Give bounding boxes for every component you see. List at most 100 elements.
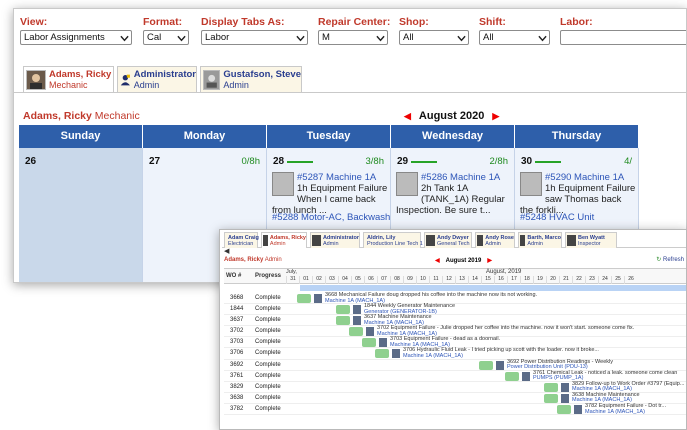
prev-month-label: July,: [286, 269, 297, 275]
tab-gustafson-steve[interactable]: Gustafson, Steve Admin: [200, 66, 302, 92]
equipment-icon: [353, 316, 361, 326]
gantt-tab-name: Adams, Ricky: [269, 234, 306, 241]
equipment-icon: [496, 360, 504, 370]
shop-select[interactable]: All: [399, 30, 469, 45]
gantt-bar[interactable]: [505, 371, 519, 381]
month-label: August 2020: [418, 110, 485, 122]
chevron-down-icon: [538, 35, 547, 42]
gantt-row[interactable]: 3692 Complete 3692 Power Distribution Read…: [224, 359, 686, 371]
prev-month-arrow-icon[interactable]: ◀: [435, 257, 440, 264]
scroll-left-icon[interactable]: ◀: [224, 247, 229, 255]
next-month-arrow-icon[interactable]: ▶: [487, 257, 492, 264]
gantt-day-number: 23: [585, 276, 598, 284]
gantt-tab-name: Ben Wyatt: [578, 234, 605, 241]
gantt-bar[interactable]: [544, 393, 558, 403]
progress-status: Complete: [255, 372, 281, 379]
gantt-bar[interactable]: [336, 305, 350, 315]
timeline-band: [300, 285, 686, 291]
wo-number[interactable]: 3668: [230, 295, 243, 301]
gantt-tab[interactable]: Andy Rose Admin: [475, 232, 515, 248]
progress-status: Complete: [255, 405, 281, 412]
equipment-icon: [561, 382, 569, 392]
filter-label: Shop:: [399, 16, 429, 28]
shift-select[interactable]: All: [479, 30, 550, 45]
event-link[interactable]: #5288 Motor-AC, Backwash: [272, 212, 390, 223]
gantt-tab[interactable]: Andy Dwyer General Tech: [424, 232, 472, 248]
progress-status: Complete: [255, 350, 281, 357]
wo-number[interactable]: 3692: [230, 362, 243, 368]
tab-adams-ricky[interactable]: Adams, Ricky Mechanic: [23, 66, 114, 92]
gantt-row[interactable]: 3782 Complete 3782 Equipment Failure - Dot…: [224, 403, 686, 416]
next-month-arrow-icon[interactable]: ▶: [492, 111, 499, 122]
filter-label: Labor:: [560, 16, 593, 28]
labor-select[interactable]: [560, 30, 686, 45]
wo-number[interactable]: 3761: [230, 373, 243, 379]
gantt-bar[interactable]: [557, 404, 571, 414]
hours-label: 3/8h: [365, 156, 385, 167]
wo-number[interactable]: 3829: [230, 384, 243, 390]
gantt-day-number: 05: [351, 276, 364, 284]
format-select[interactable]: Cal: [143, 30, 189, 45]
gantt-day-number: 25: [611, 276, 624, 284]
gantt-day-number: 20: [546, 276, 559, 284]
progress-status: Complete: [255, 361, 281, 368]
gantt-bar[interactable]: [336, 316, 350, 326]
equipment-thumbnail-icon: [272, 172, 294, 196]
gantt-day-number: 10: [416, 276, 429, 284]
gantt-tab[interactable]: Administrator Admin: [310, 232, 360, 248]
gantt-tab[interactable]: Barth, Marco Admin: [518, 232, 562, 248]
person-photo-icon: [203, 69, 221, 90]
wo-number[interactable]: 3782: [230, 406, 243, 412]
gantt-bar[interactable]: [479, 360, 493, 370]
gantt-day-number: 04: [338, 276, 351, 284]
chevron-down-icon: [376, 35, 385, 42]
current-user-name: Adams, Ricky: [23, 110, 92, 122]
gantt-bar[interactable]: [297, 294, 311, 303]
gantt-bar[interactable]: [544, 382, 558, 392]
gantt-bar[interactable]: [349, 327, 363, 337]
wo-number[interactable]: 3638: [230, 395, 243, 401]
wo-number[interactable]: 3637: [230, 317, 243, 323]
gantt-row[interactable]: 3706 Complete 3706 Hydraulic Fluid Leak - …: [224, 348, 686, 360]
gantt-day-number: 14: [468, 276, 481, 284]
progress-column-header: Progress: [255, 273, 282, 279]
tab-name: Administrator: [133, 68, 196, 80]
repair-center-select[interactable]: M: [318, 30, 388, 45]
gantt-day-number: 09: [403, 276, 416, 284]
view-select[interactable]: Labor Assignments: [20, 30, 132, 45]
gantt-day-number: 22: [572, 276, 585, 284]
event-link[interactable]: #5248 HVAC Unit: [520, 212, 594, 223]
gantt-tab[interactable]: Adam Craig Electrician: [224, 232, 259, 248]
wo-number[interactable]: 1844: [230, 306, 243, 312]
person-photo-icon: [477, 235, 484, 246]
gantt-tab[interactable]: Adams, Ricky Admin: [261, 232, 307, 248]
gantt-bar[interactable]: [375, 349, 389, 359]
gantt-tab[interactable]: Ben Wyatt Inspector: [565, 232, 617, 248]
prev-month-arrow-icon[interactable]: ◀: [404, 111, 411, 122]
progress-status: Complete: [255, 317, 281, 324]
display-tabs-select[interactable]: Labor: [201, 30, 308, 45]
gantt-row[interactable]: 3668 Complete 3668 Mechanical Failure doug…: [224, 292, 686, 305]
person-photo-icon: [426, 235, 435, 246]
filter-label: Shift:: [479, 16, 506, 28]
event-card[interactable]: #5286 Machine 1A 2h Tank 1A (TANK_1A) Re…: [396, 172, 512, 216]
day-cell[interactable]: 26: [19, 148, 143, 282]
refresh-button[interactable]: ↻ Refresh: [656, 256, 684, 263]
event-card[interactable]: #5287 Machine 1A 1h Equipment Failure Wh…: [272, 172, 388, 216]
wo-number[interactable]: 3702: [230, 328, 243, 334]
current-user-label: Adams, Ricky Mechanic: [23, 110, 140, 122]
gantt-bar[interactable]: [362, 338, 376, 348]
tab-administrator[interactable]: Administrator Admin: [117, 66, 197, 92]
gantt-desc-asset: Machine 1A (MACH_1A): [585, 408, 645, 415]
gantt-row[interactable]: 1844 Complete 1844 Weekly Generator Mainte…: [224, 303, 686, 316]
current-user-role: Mechanic: [94, 110, 140, 122]
wo-number[interactable]: 3706: [230, 350, 243, 356]
select-value: Cal: [147, 32, 162, 43]
gantt-day-number: 24: [598, 276, 611, 284]
gantt-current-user: Adams, Ricky Admin: [224, 257, 282, 263]
day-number: 29: [397, 156, 409, 167]
event-card[interactable]: #5290 Machine 1A 1h Equipment Failure sa…: [520, 172, 636, 216]
gantt-tab[interactable]: Aldrin, Lily Production Line Tech 1: [363, 232, 423, 248]
wo-number[interactable]: 3703: [230, 339, 243, 345]
gantt-day-number: 07: [377, 276, 390, 284]
